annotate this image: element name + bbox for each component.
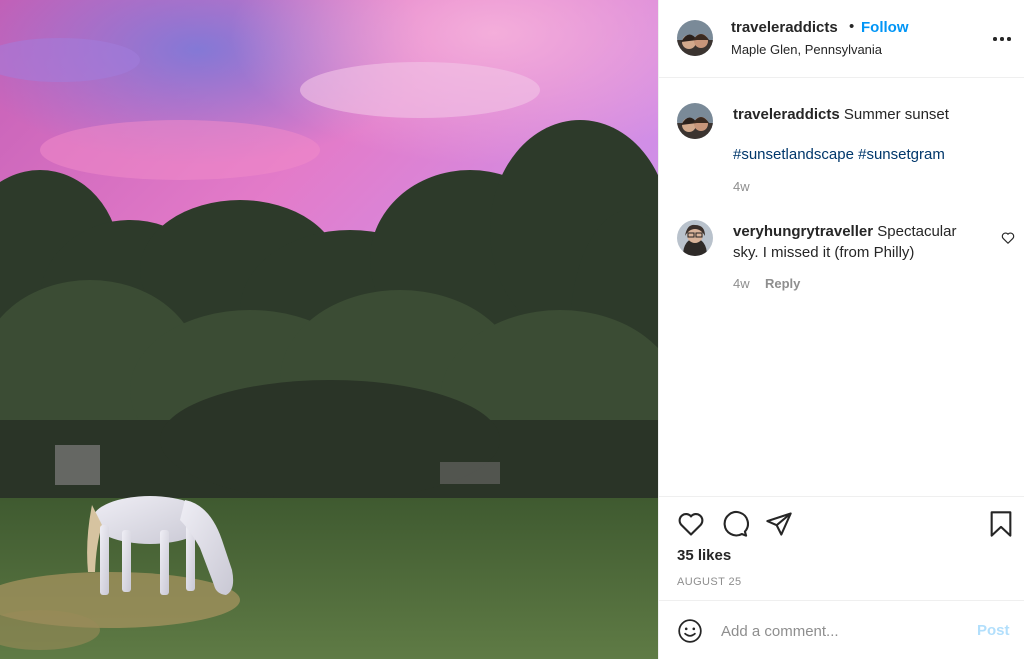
comment-input[interactable] xyxy=(721,618,961,644)
follow-button[interactable]: Follow xyxy=(861,19,909,36)
hashtag-link[interactable]: #sunsetgram xyxy=(858,146,945,163)
avatar[interactable] xyxy=(677,103,713,139)
hashtag-link[interactable]: #sunsetlandscape xyxy=(733,146,854,163)
comment-timestamp[interactable]: 4w xyxy=(733,276,750,291)
caption: traveleraddicts Summer sunset xyxy=(733,105,1003,125)
likes-count[interactable]: 35 likes xyxy=(677,547,731,564)
comment-bubble-icon[interactable] xyxy=(721,510,749,538)
caption-hashtags: #sunsetlandscape #sunsetgram xyxy=(733,145,945,165)
comment-username[interactable]: veryhungrytraveller xyxy=(733,223,873,240)
like-heart-icon[interactable] xyxy=(677,510,705,538)
separator-dot: • xyxy=(849,18,855,35)
share-paper-plane-icon[interactable] xyxy=(765,510,793,538)
post-author-username[interactable]: traveleraddicts xyxy=(731,19,838,36)
post-photo[interactable] xyxy=(0,0,658,659)
avatar[interactable] xyxy=(677,20,713,56)
sunset-horse-photo xyxy=(0,0,658,659)
post-location[interactable]: Maple Glen, Pennsylvania xyxy=(731,42,882,57)
post-date[interactable]: AUGUST 25 xyxy=(677,576,742,588)
save-bookmark-icon[interactable] xyxy=(987,510,1015,538)
caption-username[interactable]: traveleraddicts xyxy=(733,106,840,123)
more-options-icon[interactable] xyxy=(992,30,1012,46)
post-detail-panel: traveleraddicts • Follow Maple Glen, Pen… xyxy=(658,0,1024,659)
comments-section: traveleraddicts Summer sunset #sunsetlan… xyxy=(659,79,1024,495)
post-actions: 35 likes AUGUST 25 xyxy=(659,496,1024,600)
caption-text: Summer sunset xyxy=(843,106,949,123)
emoji-smiley-icon[interactable] xyxy=(677,618,703,644)
reply-button[interactable]: Reply xyxy=(765,276,800,291)
comment: veryhungrytraveller Spectacular sky. I m… xyxy=(733,221,983,263)
add-comment-bar: Post xyxy=(659,600,1024,659)
comment-like-heart-icon[interactable] xyxy=(1001,231,1015,245)
caption-timestamp[interactable]: 4w xyxy=(733,179,750,194)
post-header: traveleraddicts • Follow Maple Glen, Pen… xyxy=(659,0,1024,78)
post-button[interactable]: Post xyxy=(977,622,1010,639)
avatar[interactable] xyxy=(677,220,713,256)
